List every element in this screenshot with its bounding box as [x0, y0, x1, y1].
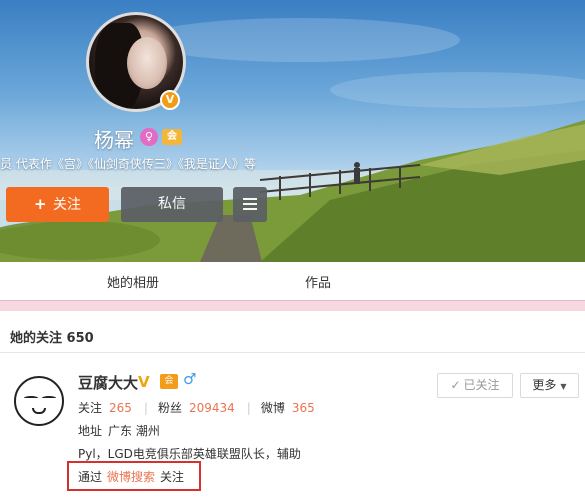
- follow-count-link[interactable]: 265: [109, 401, 132, 415]
- plus-icon: +: [33, 195, 47, 213]
- member-house-icon[interactable]: 会: [160, 374, 178, 389]
- profile-tabs: 她的相册 作品: [0, 262, 585, 300]
- chevron-down-icon: ▼: [560, 382, 567, 391]
- annotation-highlight-box: [67, 461, 201, 491]
- followed-button-label: 已关注: [463, 378, 500, 392]
- address-value: 广东 潮州: [108, 424, 160, 438]
- user-address: 地址 广东 潮州: [78, 422, 160, 439]
- verified-v-icon: V: [138, 373, 150, 391]
- profile-works-line: 员 代表作《宫》《仙剑奇侠传三》《我是证人》等: [0, 157, 256, 171]
- user-stats: 关注 265 | 粉丝 209434 | 微博 365: [78, 401, 315, 415]
- fans-count-link[interactable]: 209434: [189, 401, 235, 415]
- male-icon: ♂: [183, 370, 197, 388]
- section-divider: [0, 300, 585, 318]
- tab-works[interactable]: 作品: [305, 272, 331, 291]
- female-icon: ♀: [140, 128, 158, 146]
- vip-member-icon[interactable]: 会: [162, 129, 182, 145]
- profile-cover: V 杨幂 ♀ 会 员 代表作《宫》《仙剑奇侠传三》《我是证人》等 + 关注 私信: [0, 0, 585, 262]
- weibo-count-link[interactable]: 365: [292, 401, 315, 415]
- follow-button[interactable]: + 关注: [6, 187, 109, 222]
- user-bio: Pyl，LGD电竞俱乐部英雄联盟队长，辅助: [78, 447, 301, 461]
- cover-landscape-image: [0, 18, 585, 262]
- user-avatar[interactable]: [14, 376, 64, 426]
- divider: [0, 352, 585, 353]
- message-button[interactable]: 私信: [121, 187, 223, 222]
- user-more-label: 更多: [532, 378, 557, 392]
- follow-button-label: 关注: [53, 197, 82, 213]
- verified-badge-icon: V: [160, 90, 180, 110]
- tab-album[interactable]: 她的相册: [107, 272, 159, 291]
- user-more-button[interactable]: 更多 ▼: [520, 373, 579, 398]
- fans-count-label: 粉丝: [157, 401, 182, 415]
- more-menu-button[interactable]: [233, 187, 267, 222]
- address-label: 地址: [78, 424, 103, 438]
- followed-button[interactable]: ✓ 已关注: [437, 373, 513, 398]
- menu-icon: [243, 198, 257, 200]
- weibo-count-label: 微博: [260, 401, 285, 415]
- follow-count-label: 关注: [78, 401, 103, 415]
- following-count-title: 她的关注 650: [10, 331, 94, 346]
- profile-name: 杨幂: [94, 128, 134, 152]
- check-icon: ✓: [450, 378, 461, 392]
- user-name-link[interactable]: 豆腐大大: [78, 372, 138, 393]
